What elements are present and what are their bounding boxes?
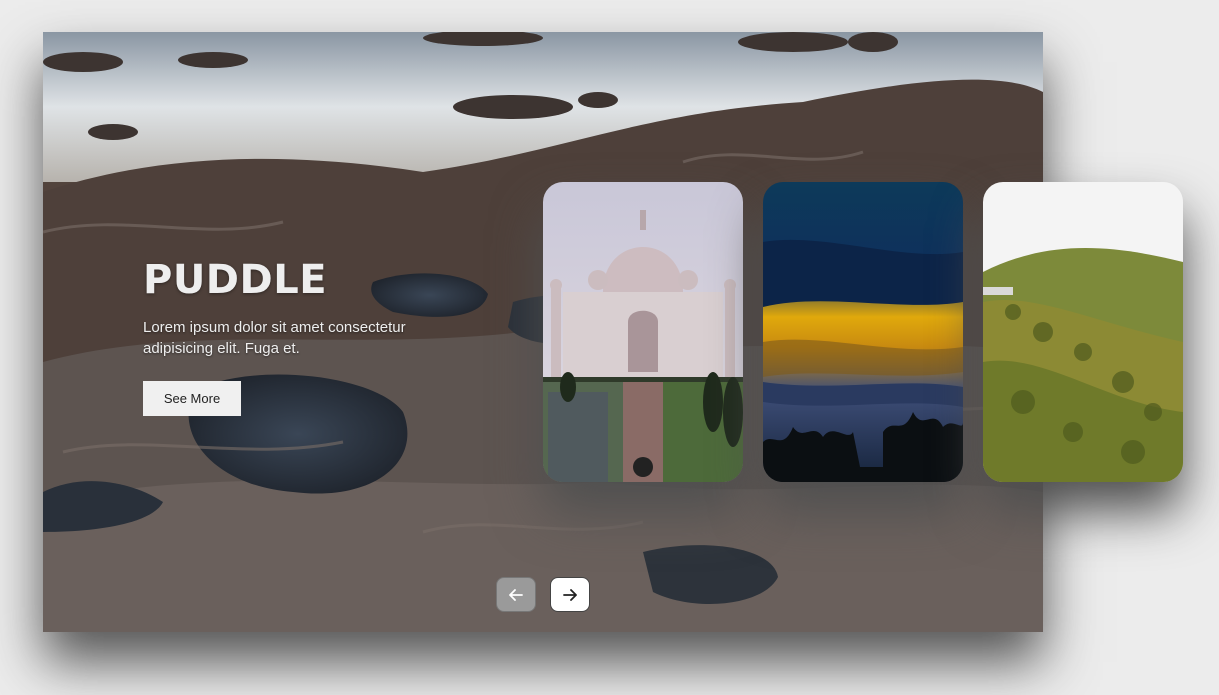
slide-content: PUDDLE Lorem ipsum dolor sit amet consec… [143, 257, 443, 416]
arrow-right-icon [563, 588, 577, 601]
see-more-button[interactable]: See More [143, 381, 241, 416]
card-sunset-sky[interactable] [763, 182, 963, 482]
slider-navigation [496, 577, 590, 612]
green-hills-image [983, 182, 1183, 482]
prev-button[interactable] [496, 577, 536, 612]
slide-title: PUDDLE [143, 257, 328, 303]
arrow-left-icon [509, 588, 523, 601]
next-button[interactable] [550, 577, 590, 612]
card-taj-mahal[interactable] [543, 182, 743, 482]
slide-description: Lorem ipsum dolor sit amet consectetur a… [143, 319, 406, 357]
slider: PUDDLE Lorem ipsum dolor sit amet consec… [43, 32, 1183, 632]
sunset-sky-image [763, 182, 963, 482]
card-green-hills[interactable] [983, 182, 1183, 482]
taj-mahal-image [543, 182, 743, 482]
